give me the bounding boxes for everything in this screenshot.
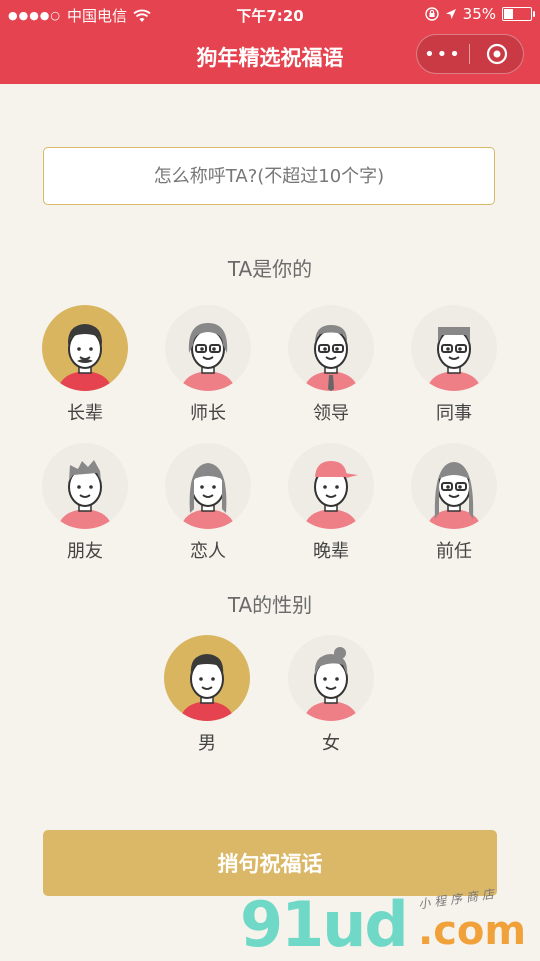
gender-option-male[interactable]: 男: [147, 635, 267, 755]
nav-bar: 狗年精选祝福语 •••: [0, 28, 540, 84]
relation-section-title: TA是你的: [227, 257, 313, 281]
relation-option-leader[interactable]: 领导: [271, 305, 391, 425]
relation-option-label: 晚辈: [313, 541, 349, 562]
elder-avatar-icon: [42, 305, 128, 391]
relation-option-label: 朋友: [67, 541, 103, 562]
lock-rotation-icon: [424, 7, 439, 21]
relation-option-elder[interactable]: 长辈: [25, 305, 145, 425]
watermark-main: 91ud: [240, 888, 409, 961]
male-avatar-icon: [164, 635, 250, 721]
relation-option-ex[interactable]: 前任: [394, 443, 514, 563]
relation-option-label: 师长: [190, 403, 226, 424]
gender-option-female[interactable]: 女: [271, 635, 391, 755]
send-blessing-button[interactable]: 捎句祝福话: [43, 830, 497, 896]
female-avatar-icon: [288, 635, 374, 721]
more-dots-icon[interactable]: •••: [417, 44, 469, 65]
lover-avatar-icon: [165, 443, 251, 529]
relation-option-label: 同事: [436, 403, 472, 424]
relation-option-label: 领导: [313, 403, 349, 424]
ex-avatar-icon: [411, 443, 497, 529]
relation-option-teacher[interactable]: 师长: [148, 305, 268, 425]
gender-section-title: TA的性别: [227, 593, 313, 617]
relation-option-junior[interactable]: 晚辈: [271, 443, 391, 563]
teacher-avatar-icon: [165, 305, 251, 391]
name-input[interactable]: [43, 147, 495, 205]
relation-option-label: 前任: [436, 541, 472, 562]
battery-percent: 35%: [462, 5, 496, 23]
status-bar: ●●●●○ 中国电信 下午7:20 35%: [0, 0, 540, 28]
target-icon[interactable]: [470, 43, 523, 65]
gender-option-label: 女: [322, 733, 340, 754]
status-right: 35%: [424, 5, 535, 23]
location-arrow-icon: [445, 9, 456, 19]
leader-avatar-icon: [288, 305, 374, 391]
relation-option-friend[interactable]: 朋友: [25, 443, 145, 563]
relation-option-label: 恋人: [190, 541, 226, 562]
battery-icon: [502, 7, 535, 21]
watermark: 小程序商店 91ud .com: [240, 886, 540, 961]
colleague-avatar-icon: [411, 305, 497, 391]
watermark-domain: .com: [418, 908, 527, 954]
relation-option-colleague[interactable]: 同事: [394, 305, 514, 425]
junior-avatar-icon: [288, 443, 374, 529]
relation-option-label: 长辈: [67, 403, 103, 424]
relation-option-lover[interactable]: 恋人: [148, 443, 268, 563]
mini-program-capsule: •••: [416, 34, 524, 74]
friend-avatar-icon: [42, 443, 128, 529]
gender-option-label: 男: [198, 733, 216, 754]
